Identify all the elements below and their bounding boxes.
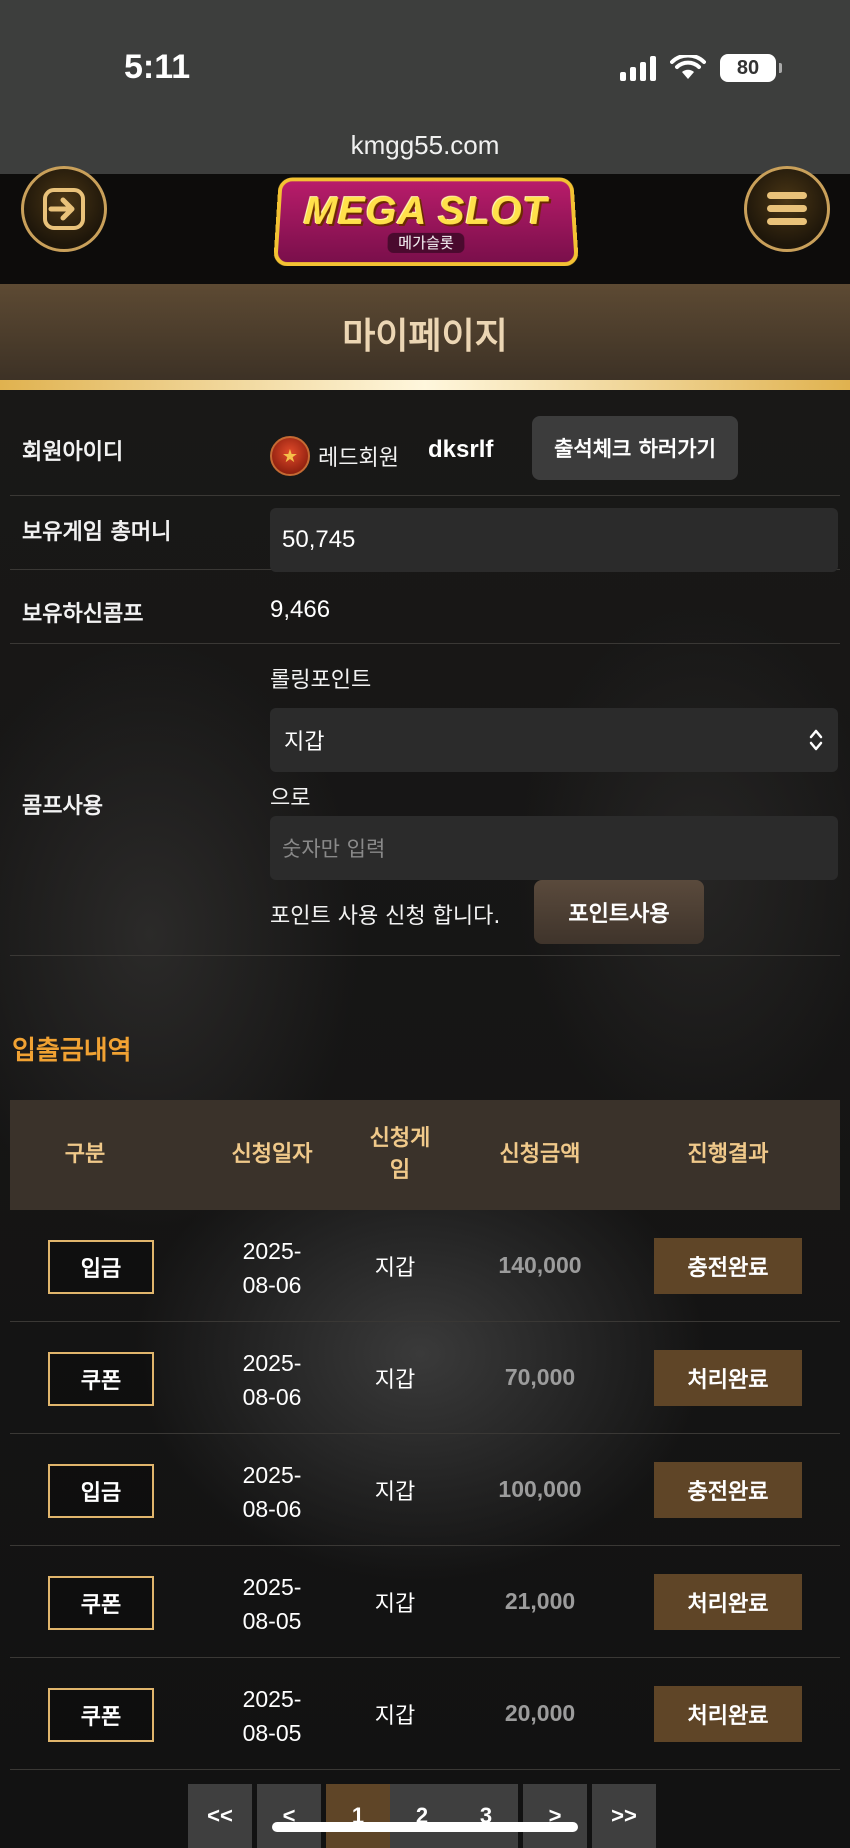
type-badge: 입금 — [48, 1240, 154, 1294]
rolling-point-label: 롤링포인트 — [270, 668, 372, 693]
wallet-select[interactable]: 지갑 — [270, 708, 838, 772]
game-cell: 지갑 — [374, 1704, 416, 1729]
url-bar[interactable]: kmgg55.com — [0, 120, 850, 174]
prev-page-button[interactable]: < — [257, 1784, 321, 1848]
history-table-header: 구분 신청일자 신청게 임 신청금액 진행결과 — [10, 1100, 840, 1210]
cellular-signal-icon — [620, 55, 656, 81]
game-cell: 지갑 — [374, 1256, 416, 1281]
table-row: 입금 2025- 08-06 지갑 140,000 충전완료 — [10, 1210, 840, 1322]
money-label: 보유게임 총머니 — [22, 520, 172, 545]
comp-use-row: 콤프사용 롤링포인트 지갑 으로 숫자만 입력 포인트 사용 신청 합니다. 포… — [10, 644, 840, 956]
date-cell: 2025- 08-05 — [242, 1686, 302, 1746]
page-1-button[interactable]: 1 — [326, 1784, 390, 1848]
login-button[interactable] — [21, 166, 107, 252]
first-page-button[interactable]: << — [188, 1784, 252, 1848]
date-cell: 2025- 08-05 — [242, 1574, 302, 1634]
comp-value: 9,466 — [270, 596, 331, 623]
amount-cell: 21,000 — [504, 1588, 576, 1614]
amount-cell: 70,000 — [504, 1364, 576, 1390]
status-icons: 80 — [620, 54, 782, 82]
grade-label: 레드회원 — [318, 446, 399, 471]
result-badge: 처리완료 — [654, 1574, 802, 1630]
title-divider — [0, 380, 850, 390]
date-cell: 2025- 08-06 — [242, 1238, 302, 1298]
checkin-button[interactable]: 출석체크 하러가기 — [532, 416, 738, 480]
amount-cell: 100,000 — [498, 1476, 582, 1502]
comp-row: 보유하신콤프 9,466 — [10, 570, 840, 644]
logo-subtext: 메가슬롯 — [387, 232, 465, 253]
wifi-icon — [670, 55, 706, 79]
result-badge: 충전완료 — [654, 1462, 802, 1518]
page-title: 마이페이지 — [0, 284, 850, 382]
game-cell: 지갑 — [374, 1480, 416, 1505]
member-id-row: 회원아이디 ★ 레드회원 dksrlf 출석체크 하러가기 — [10, 402, 840, 496]
table-row: 입금 2025- 08-06 지갑 100,000 충전완료 — [10, 1434, 840, 1546]
history-title: 입출금내역 — [12, 1036, 132, 1066]
status-bar: 5:11 80 — [0, 0, 850, 140]
date-cell: 2025- 08-06 — [242, 1350, 302, 1410]
result-badge: 처리완료 — [654, 1350, 802, 1406]
home-indicator — [272, 1822, 578, 1832]
header-amount: 신청금액 — [499, 1142, 581, 1167]
point-use-button[interactable]: 포인트사용 — [534, 880, 704, 944]
user-id: dksrlf — [428, 436, 494, 463]
header-type: 구분 — [64, 1142, 106, 1167]
hamburger-menu-icon — [767, 192, 807, 225]
type-badge: 쿠폰 — [48, 1688, 154, 1742]
pagination: << < 1 2 3 > >> — [188, 1784, 661, 1848]
table-row: 쿠폰 2025- 08-05 지갑 20,000 처리완료 — [10, 1658, 840, 1770]
header-game: 신청게 임 — [369, 1126, 431, 1183]
result-badge: 처리완료 — [654, 1686, 802, 1742]
table-row: 쿠폰 2025- 08-06 지갑 70,000 처리완료 — [10, 1322, 840, 1434]
select-updown-icon — [809, 729, 823, 751]
amount-cell: 140,000 — [498, 1252, 582, 1278]
page-2-button[interactable]: 2 — [390, 1784, 454, 1848]
result-badge: 충전완료 — [654, 1238, 802, 1294]
point-request-text: 포인트 사용 신청 합니다. — [270, 904, 501, 929]
point-amount-input[interactable]: 숫자만 입력 — [270, 816, 838, 880]
date-cell: 2025- 08-06 — [242, 1462, 302, 1522]
money-value-field: 50,745 — [270, 508, 838, 572]
member-id-label: 회원아이디 — [22, 440, 124, 465]
wallet-select-value: 지갑 — [284, 730, 325, 755]
battery-icon: 80 — [720, 54, 782, 82]
next-page-button[interactable]: > — [523, 1784, 587, 1848]
logo-text: MEGA SLOT — [302, 189, 550, 233]
table-row: 쿠폰 2025- 08-05 지갑 21,000 처리완료 — [10, 1546, 840, 1658]
game-cell: 지갑 — [374, 1592, 416, 1617]
mega-slot-logo[interactable]: MEGA SLOT 메가슬롯 — [273, 177, 579, 267]
header-result: 진행결과 — [687, 1142, 769, 1167]
status-time: 5:11 — [124, 48, 191, 86]
grade-badge-icon: ★ — [270, 436, 310, 476]
comp-label: 보유하신콤프 — [22, 602, 144, 627]
last-page-button[interactable]: >> — [592, 1784, 656, 1848]
menu-button[interactable] — [744, 166, 830, 252]
type-badge: 쿠폰 — [48, 1576, 154, 1630]
comp-use-label: 콤프사용 — [22, 794, 103, 819]
game-cell: 지갑 — [374, 1368, 416, 1393]
type-badge: 쿠폰 — [48, 1352, 154, 1406]
type-badge: 입금 — [48, 1464, 154, 1518]
header-date: 신청일자 — [231, 1142, 313, 1167]
page-3-button[interactable]: 3 — [454, 1784, 518, 1848]
login-icon — [43, 188, 85, 230]
amount-cell: 20,000 — [504, 1700, 576, 1726]
to-label: 으로 — [270, 786, 311, 811]
